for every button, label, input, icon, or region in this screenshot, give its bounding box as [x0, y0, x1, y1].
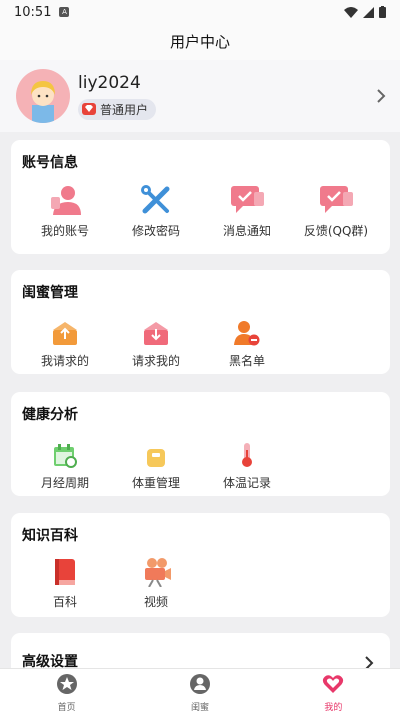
encyclopedia-item[interactable]: 百科	[25, 553, 105, 610]
user-level-label: 普通用户	[100, 102, 149, 117]
block-user-icon	[234, 321, 260, 346]
star-icon	[56, 674, 77, 694]
my-account-item[interactable]: 我的账号	[25, 182, 105, 239]
change-password-label: 修改密码	[131, 224, 180, 238]
notifications-item[interactable]: 消息通知	[207, 182, 287, 239]
my-account-label: 我的账号	[40, 224, 89, 238]
health-card: 健康分析 月经周期 体重管理 体温记录	[11, 392, 390, 496]
feedback-icon	[320, 186, 353, 213]
temperature-record-label: 体温记录	[222, 476, 271, 490]
battery-icon	[379, 6, 386, 18]
bestie-card: 闺蜜管理 我请求的 请求我的 黑名单	[11, 270, 390, 374]
person-icon	[189, 674, 210, 694]
requests-to-me-item[interactable]: 请求我的	[116, 312, 196, 369]
avatar-girl-icon	[31, 81, 55, 123]
user-level-badge: 普通用户	[78, 98, 157, 120]
weight-management-label: 体重管理	[131, 476, 180, 490]
change-password-item[interactable]: 修改密码	[116, 182, 196, 239]
period-cycle-item[interactable]: 月经周期	[25, 434, 105, 491]
status-time: 10:51	[14, 4, 52, 20]
status-bar: 10:51 A	[0, 0, 400, 24]
calendar-icon	[54, 444, 77, 468]
avatar[interactable]	[16, 69, 70, 123]
notification-a-icon: A	[59, 7, 70, 17]
message-icon	[231, 186, 264, 213]
blacklist-label: 黑名单	[228, 354, 265, 368]
my-requests-item[interactable]: 我请求的	[25, 312, 105, 369]
feedback-label: 反馈(QQ群)	[303, 224, 369, 238]
tab-bestie-label: 闺蜜	[190, 703, 209, 712]
encyclopedia-label: 百科	[52, 595, 77, 609]
chevron-right-icon[interactable]	[376, 88, 386, 104]
wifi-icon	[344, 6, 358, 18]
my-requests-label: 我请求的	[40, 354, 89, 368]
tab-mine[interactable]: 我的	[267, 669, 400, 712]
heart-icon	[323, 675, 344, 693]
signal-icon	[363, 6, 374, 18]
requests-to-me-label: 请求我的	[131, 354, 180, 368]
book-icon	[55, 559, 75, 585]
mail-in-icon	[144, 322, 168, 345]
video-label: 视频	[143, 595, 168, 609]
tab-home-label: 首页	[57, 703, 76, 712]
health-section-title: 健康分析	[22, 407, 78, 423]
tab-home[interactable]: 首页	[0, 669, 133, 712]
notifications-label: 消息通知	[222, 224, 271, 238]
video-item[interactable]: 视频	[116, 553, 196, 610]
bottom-nav: 首页 闺蜜 我的	[0, 668, 400, 712]
username: liy2024	[78, 72, 141, 93]
tools-icon	[141, 185, 170, 214]
video-camera-icon	[145, 558, 171, 587]
period-cycle-label: 月经周期	[40, 476, 89, 490]
knowledge-section-title: 知识百科	[22, 528, 78, 544]
profile-row[interactable]: liy2024 普通用户	[0, 60, 400, 132]
scale-icon	[147, 449, 165, 467]
thermometer-icon	[242, 443, 252, 467]
bestie-section-title: 闺蜜管理	[22, 285, 78, 301]
blacklist-item[interactable]: 黑名单	[207, 312, 287, 369]
diamond-icon	[82, 103, 96, 115]
weight-management-item[interactable]: 体重管理	[116, 434, 196, 491]
tab-mine-label: 我的	[324, 703, 343, 712]
page-title: 用户中心	[0, 24, 400, 60]
tab-bestie[interactable]: 闺蜜	[133, 669, 266, 712]
account-card: 账号信息 我的账号 修改密码 消息通知 反馈(QQ群)	[11, 140, 390, 254]
mail-out-icon	[53, 322, 77, 345]
user-icon	[51, 186, 81, 215]
knowledge-card: 知识百科 百科 视频	[11, 513, 390, 617]
account-section-title: 账号信息	[22, 155, 78, 171]
feedback-item[interactable]: 反馈(QQ群)	[296, 182, 376, 239]
temperature-record-item[interactable]: 体温记录	[207, 434, 287, 491]
